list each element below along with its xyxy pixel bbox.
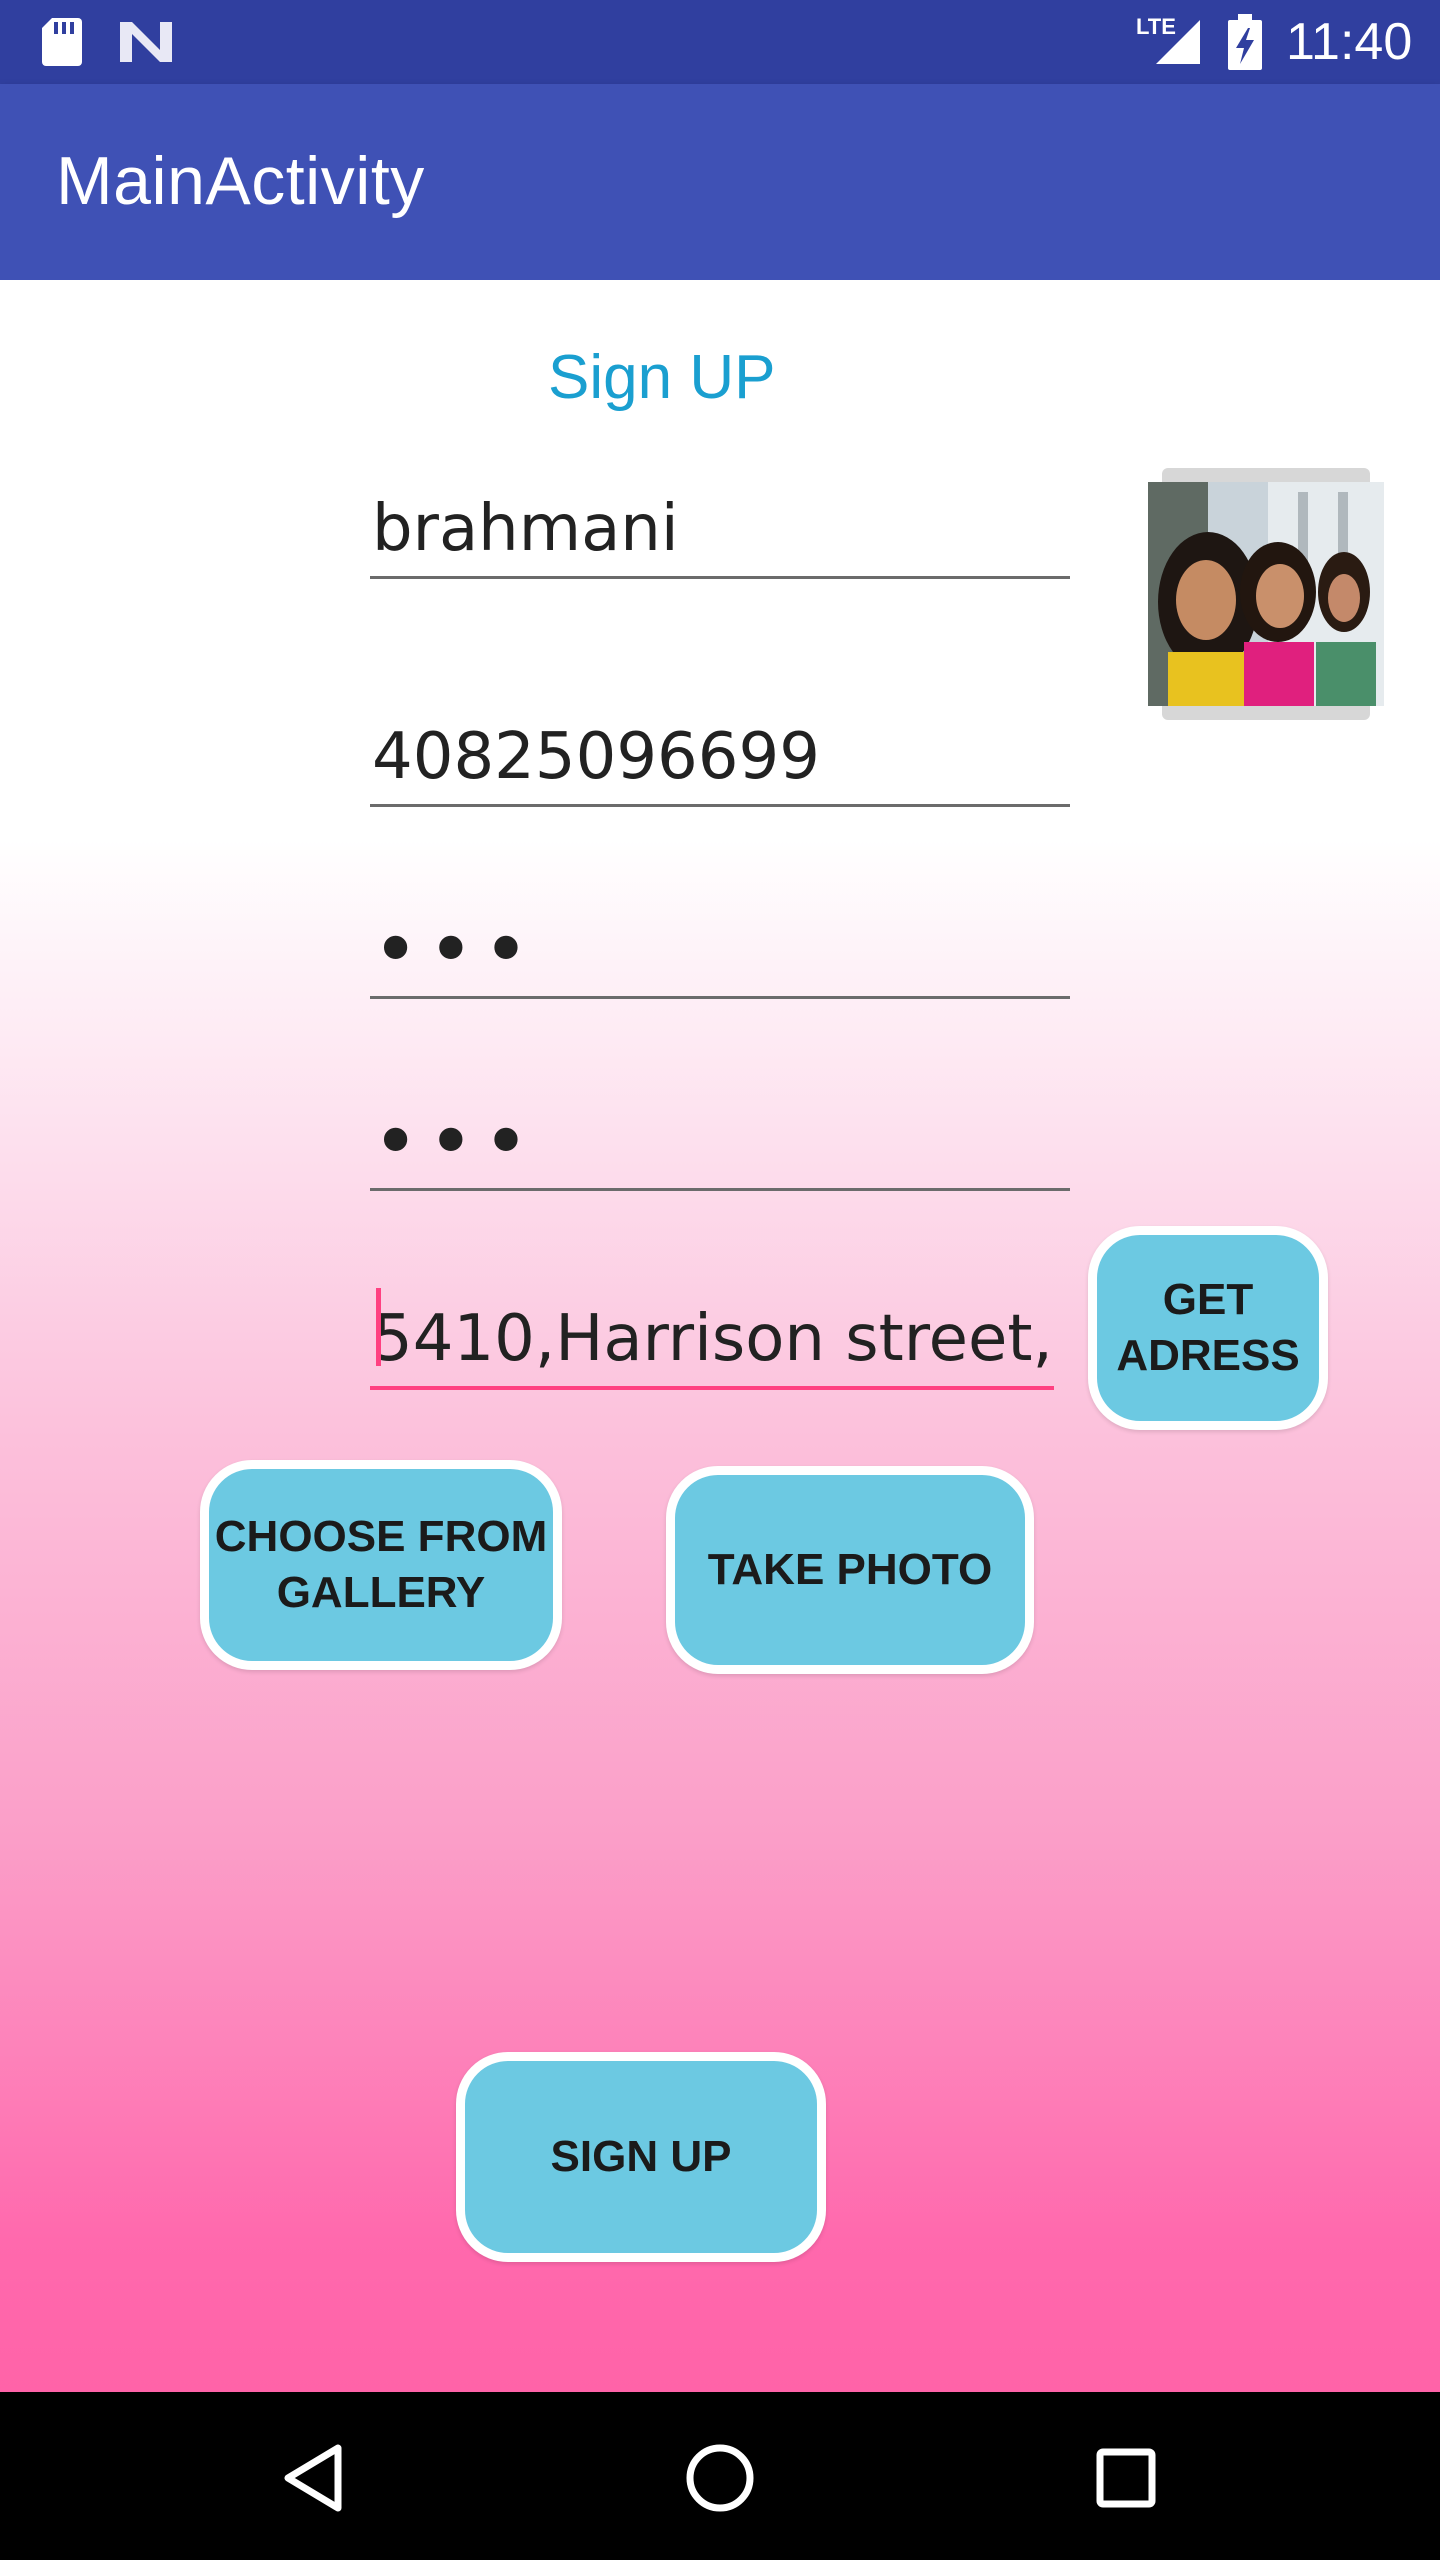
get-address-line1: GET bbox=[1162, 1275, 1254, 1324]
address-field[interactable]: 5410,Harrison street, bbox=[370, 1280, 1054, 1390]
name-field[interactable]: brahmani bbox=[370, 470, 1070, 579]
name-value: brahmani bbox=[372, 492, 679, 566]
choose-gallery-line1: CHOOSE FROM bbox=[214, 1512, 548, 1561]
sd-card-icon bbox=[42, 18, 82, 66]
status-bar: LTE 11:40 bbox=[0, 0, 1440, 84]
choose-from-gallery-label: CHOOSE FROM GALLERY bbox=[215, 1509, 547, 1621]
lte-signal-icon bbox=[1156, 20, 1200, 64]
profile-photo-image bbox=[1148, 482, 1384, 706]
confirm-password-value: ••• bbox=[372, 1095, 538, 1188]
notification-n-icon bbox=[120, 22, 172, 62]
profile-photo[interactable] bbox=[1148, 482, 1384, 706]
app-title: MainActivity bbox=[56, 143, 425, 219]
battery-charging-icon bbox=[1228, 14, 1262, 70]
choose-from-gallery-button[interactable]: CHOOSE FROM GALLERY bbox=[200, 1460, 562, 1670]
signup-heading: Sign UP bbox=[548, 343, 776, 412]
password-value: ••• bbox=[372, 903, 538, 996]
app-bar: MainActivity bbox=[0, 84, 1440, 280]
confirm-password-field[interactable]: ••• bbox=[370, 1082, 1070, 1191]
get-address-button[interactable]: GET ADRESS bbox=[1088, 1226, 1328, 1430]
phone-value: 40825096699 bbox=[372, 720, 820, 794]
address-value: 5410,Harrison street, bbox=[372, 1302, 1053, 1376]
sign-up-button[interactable]: SIGN UP bbox=[456, 2052, 826, 2262]
phone-field[interactable]: 40825096699 bbox=[370, 698, 1070, 807]
take-photo-label: TAKE PHOTO bbox=[707, 1545, 993, 1594]
get-address-line2: ADRESS bbox=[1116, 1331, 1300, 1380]
password-field[interactable]: ••• bbox=[370, 890, 1070, 999]
back-icon[interactable] bbox=[282, 2444, 346, 2512]
get-address-label: GET ADRESS bbox=[1116, 1272, 1299, 1384]
navigation-bar bbox=[0, 2392, 1440, 2560]
address-text-wrap: 5410,Harrison street, bbox=[372, 1288, 1053, 1376]
status-time: 11:40 bbox=[1286, 13, 1413, 71]
take-photo-button[interactable]: TAKE PHOTO bbox=[666, 1466, 1034, 1674]
recents-icon[interactable] bbox=[1094, 2446, 1158, 2510]
home-icon[interactable] bbox=[684, 2442, 756, 2514]
text-cursor bbox=[376, 1288, 381, 1366]
choose-gallery-line2: GALLERY bbox=[276, 1568, 486, 1617]
sign-up-label: SIGN UP bbox=[550, 2132, 732, 2181]
